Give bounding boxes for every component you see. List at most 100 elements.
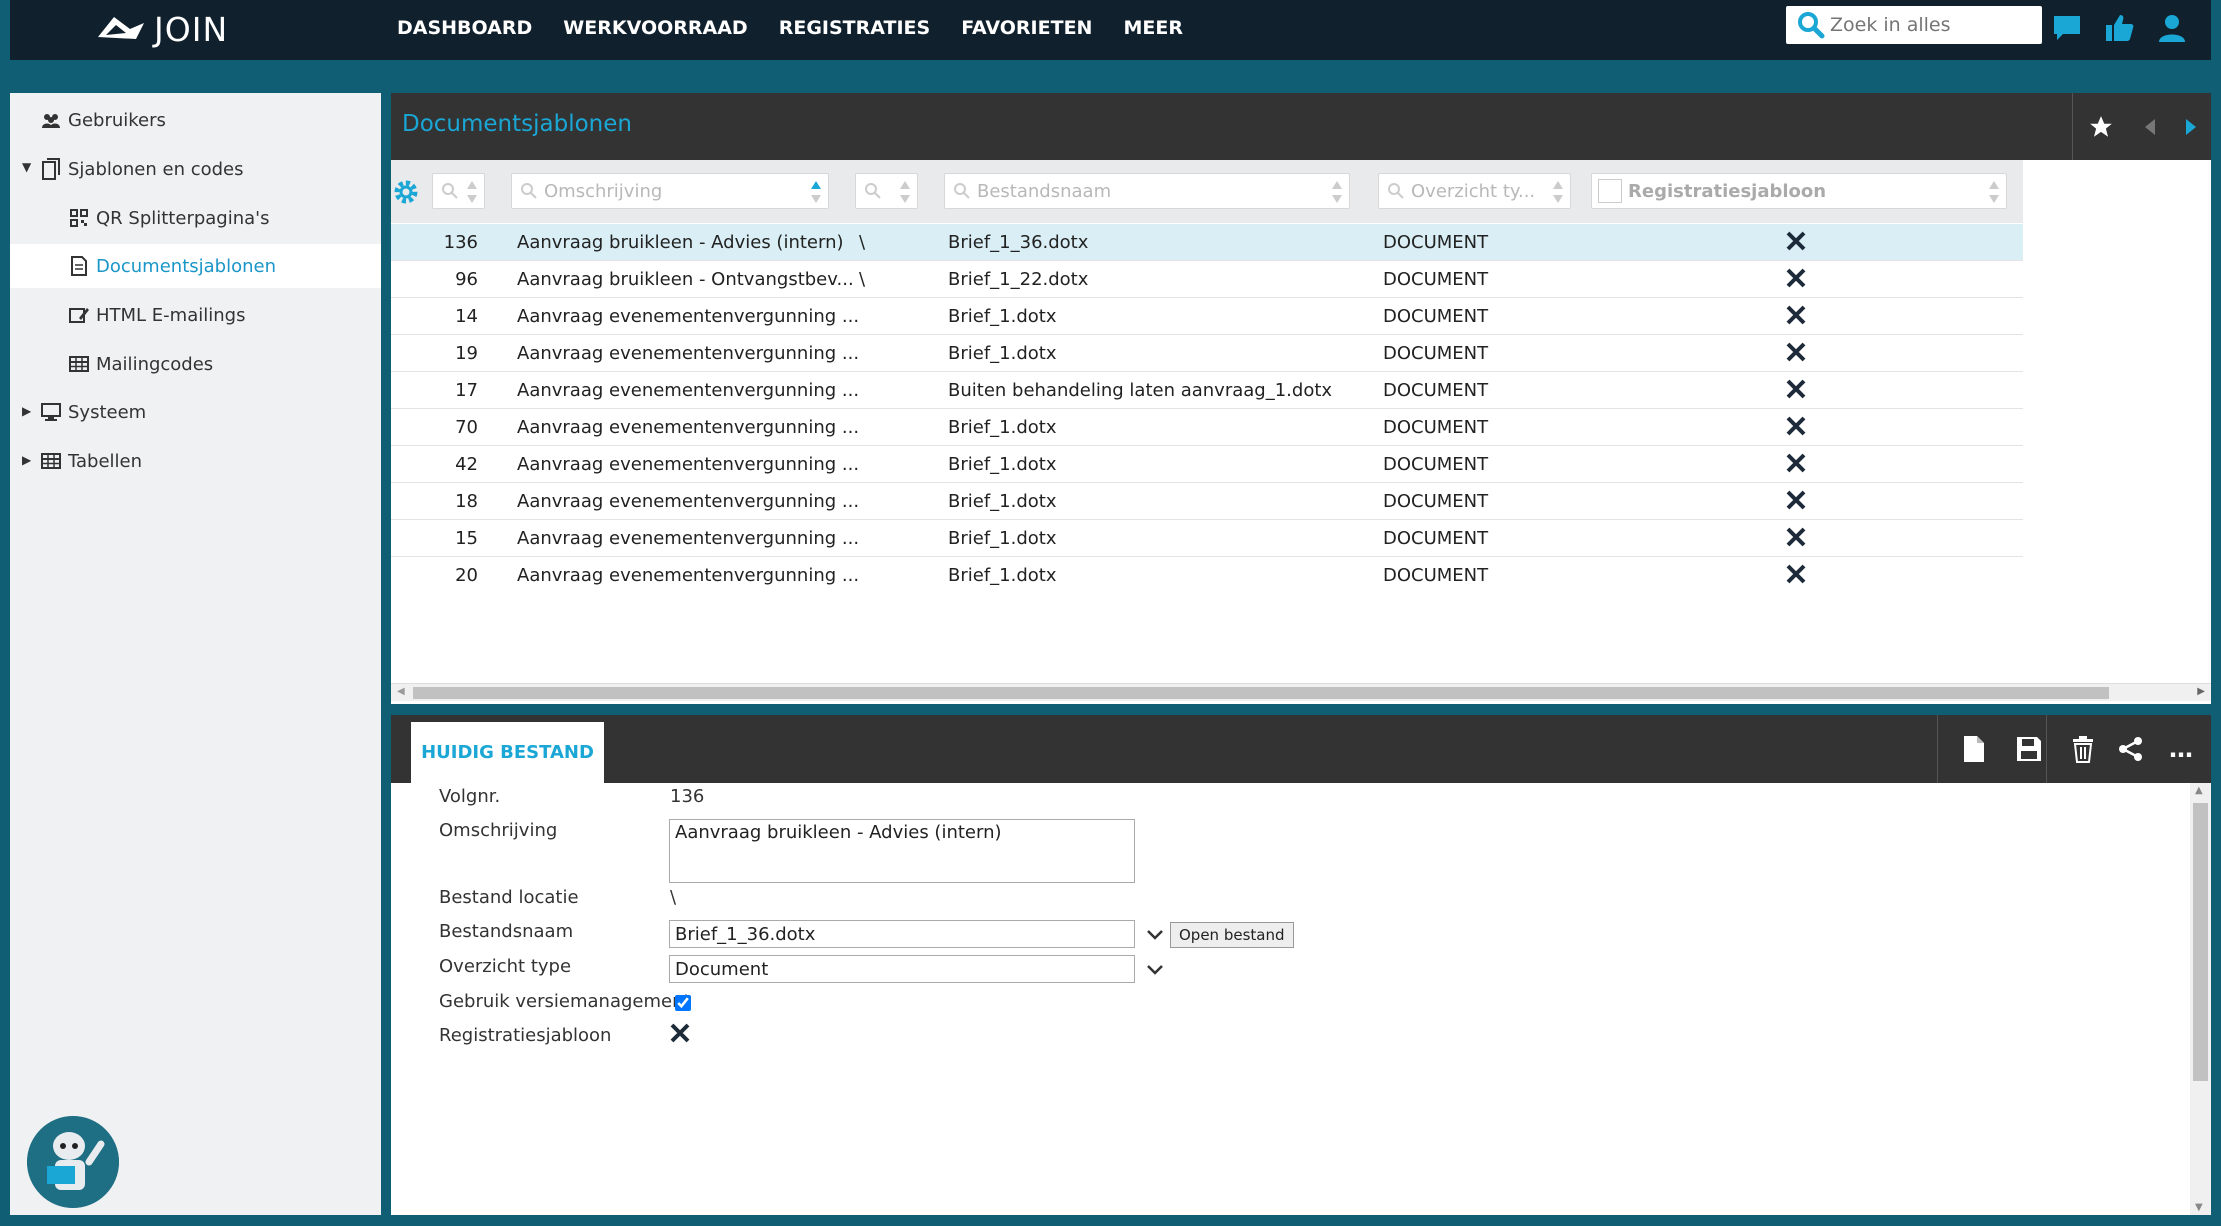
vertical-scrollbar[interactable]: ▲ ▼ [2190, 783, 2211, 1215]
table-row[interactable]: 15 Aanvraag evenementenvergunning ... Br… [391, 520, 2023, 557]
main-nav: DASHBOARD WERKVOORRAAD REGISTRATIES FAVO… [397, 0, 1214, 56]
nav-meer[interactable]: MEER [1123, 17, 1183, 39]
caret-right-icon[interactable]: ▶ [22, 404, 31, 418]
previous-button[interactable] [2129, 93, 2170, 160]
chevron-down-icon[interactable] [1145, 960, 1165, 980]
tab-huidig-bestand[interactable]: HUIDIG BESTAND [411, 722, 604, 783]
nav-dashboard[interactable]: DASHBOARD [397, 17, 532, 39]
sidebar-item-qr[interactable]: QR Splitterpagina's [68, 196, 270, 240]
thumbs-up-icon[interactable] [2103, 12, 2135, 44]
cell-omschrijving: Aanvraag evenementenvergunning ... [517, 454, 860, 475]
cell-omschrijving: Aanvraag evenementenvergunning ... [517, 343, 860, 364]
scroll-up-icon[interactable]: ▲ [2195, 785, 2203, 796]
table-row[interactable]: 70 Aanvraag evenementenvergunning ... Br… [391, 409, 2023, 446]
horizontal-scrollbar[interactable]: ◀ ▶ [391, 683, 2211, 701]
scroll-left-icon[interactable]: ◀ [397, 686, 405, 697]
cell-id: 136 [443, 232, 478, 253]
scroll-down-icon[interactable]: ▼ [2195, 1202, 2203, 1213]
favorite-button[interactable] [2072, 93, 2129, 160]
cell-omschrijving: Aanvraag bruikleen - Ontvangstbev... [517, 269, 854, 290]
nav-registraties[interactable]: REGISTRATIES [779, 17, 930, 39]
caret-right-icon[interactable]: ▶ [22, 453, 31, 467]
app-logo[interactable]: JOIN [96, 8, 228, 50]
table-row[interactable]: 42 Aanvraag evenementenvergunning ... Br… [391, 446, 2023, 483]
versiemanagement-checkbox[interactable] [675, 995, 691, 1011]
sort-icon[interactable] [899, 178, 911, 206]
filter-overzicht-type[interactable]: Overzicht ty... [1378, 173, 1571, 209]
sidebar-item-gebruikers[interactable]: Gebruikers [40, 98, 166, 142]
table-row[interactable]: 19 Aanvraag evenementenvergunning ... Br… [391, 335, 2023, 372]
filter-registratiesjabloon[interactable]: Registratiesjabloon [1591, 173, 2007, 209]
filter-id[interactable] [432, 173, 485, 209]
assistant-avatar[interactable] [27, 1116, 119, 1208]
sort-ascending-icon[interactable] [810, 178, 822, 206]
next-button[interactable] [2170, 93, 2211, 160]
sort-icon[interactable] [1552, 178, 1564, 206]
sidebar-item-sjablonen[interactable]: Sjablonen en codes [40, 147, 244, 191]
search-input[interactable] [1830, 14, 2030, 36]
sidebar-item-documentsjablonen[interactable]: Documentsjablonen [10, 244, 381, 288]
label-omschrijving: Omschrijving [439, 820, 558, 841]
table-row[interactable]: 18 Aanvraag evenementenvergunning ... Br… [391, 483, 2023, 520]
new-document-icon [1964, 736, 1984, 762]
table-row[interactable]: 14 Aanvraag evenementenvergunning ... Br… [391, 298, 2023, 335]
filter-locatie[interactable] [855, 173, 918, 209]
scrollbar-thumb[interactable] [413, 687, 2109, 699]
user-icon[interactable] [2156, 12, 2188, 44]
filter-placeholder: Overzicht ty... [1411, 180, 1536, 202]
omschrijving-field[interactable]: Aanvraag bruikleen - Advies (intern) [669, 819, 1135, 883]
cell-id: 70 [455, 417, 478, 438]
sort-icon[interactable] [1331, 178, 1343, 206]
scrollbar-thumb[interactable] [2193, 803, 2208, 1081]
search-icon [1388, 183, 1404, 199]
sidebar-item-label: Gebruikers [68, 109, 166, 131]
more-button[interactable]: … [2157, 725, 2205, 773]
share-icon [2119, 737, 2142, 761]
bestandsnaam-field[interactable] [669, 920, 1135, 948]
cell-id: 14 [455, 306, 478, 327]
detail-panel: HUIDIG BESTAND … Volgnr. 136 Omschrijvin… [391, 715, 2211, 1215]
sort-icon[interactable] [1988, 178, 2000, 206]
label-versiemanagement: Gebruik versiemanagement [439, 991, 691, 1012]
sidebar-item-html-emailings[interactable]: HTML E-mailings [68, 293, 245, 337]
share-button[interactable] [2107, 725, 2155, 773]
filter-bestandsnaam[interactable]: Bestandsnaam [944, 173, 1350, 209]
more-icon: … [2169, 735, 2193, 763]
gear-icon[interactable] [392, 178, 420, 206]
main-panel: Documentsjablonen Omschrijving Bestandsn… [391, 93, 2211, 704]
table-row[interactable]: 17 Aanvraag evenementenvergunning ... Bu… [391, 372, 2023, 409]
cell-type: DOCUMENT [1383, 528, 1489, 549]
cell-bestandsnaam: Buiten behandeling laten aanvraag_1.dotx [948, 380, 1333, 401]
cell-type: DOCUMENT [1383, 380, 1489, 401]
search-icon [442, 183, 458, 199]
sidebar-item-tabellen[interactable]: Tabellen [40, 439, 142, 483]
cell-type: DOCUMENT [1383, 269, 1489, 290]
table-row[interactable]: 96 Aanvraag bruikleen - Ontvangstbev... … [391, 261, 2023, 298]
filter-omschrijving[interactable]: Omschrijving [511, 173, 829, 209]
nav-werkvoorraad[interactable]: WERKVOORRAAD [563, 17, 747, 39]
nav-favorieten[interactable]: FAVORIETEN [961, 17, 1092, 39]
caret-down-icon[interactable]: ▼ [22, 160, 31, 174]
global-search[interactable] [1786, 6, 2042, 44]
scroll-right-icon[interactable]: ▶ [2197, 686, 2205, 697]
new-document-button[interactable] [1950, 725, 1998, 773]
cell-type: DOCUMENT [1383, 491, 1489, 512]
filter-placeholder: Registratiesjabloon [1628, 180, 1827, 202]
cell-id: 20 [455, 565, 478, 586]
cell-id: 15 [455, 528, 478, 549]
sort-icon[interactable] [466, 178, 478, 206]
sidebar-item-label: Tabellen [68, 450, 143, 472]
sidebar-item-mailingcodes[interactable]: Mailingcodes [68, 342, 213, 386]
chevron-down-icon[interactable] [1145, 925, 1165, 945]
close-icon [1786, 379, 1806, 399]
open-file-button[interactable]: Open bestand [1170, 922, 1294, 948]
table-row[interactable]: 136 Aanvraag bruikleen - Advies (intern)… [391, 224, 2023, 261]
chat-icon[interactable] [2051, 12, 2083, 44]
sidebar-item-systeem[interactable]: Systeem [40, 390, 146, 434]
overzicht-type-field[interactable] [669, 955, 1135, 983]
filter-checkbox[interactable] [1598, 179, 1622, 203]
table-row[interactable]: 20 Aanvraag evenementenvergunning ... Br… [391, 557, 2023, 594]
close-icon[interactable] [668, 1021, 692, 1045]
close-icon [1786, 305, 1806, 325]
delete-button[interactable] [2059, 725, 2107, 773]
